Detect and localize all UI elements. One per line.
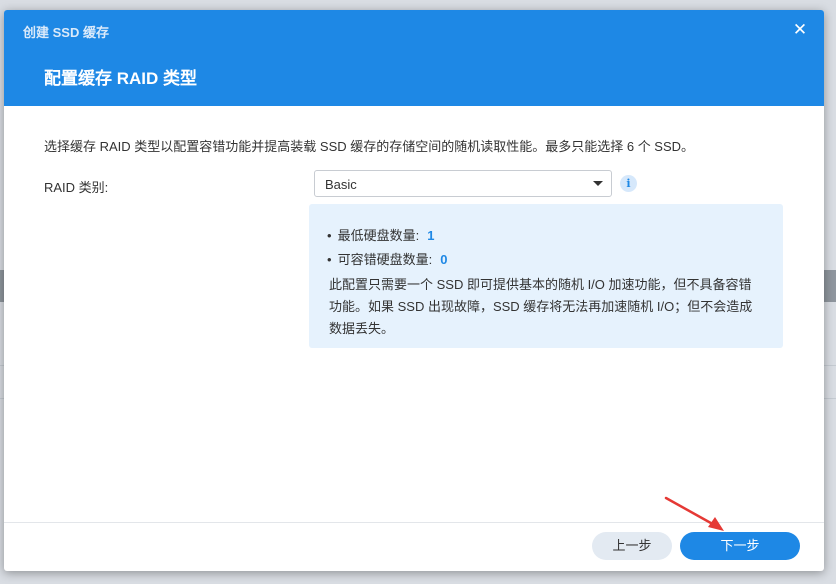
create-ssd-cache-dialog: 创建 SSD 缓存 ✕ 配置缓存 RAID 类型 选择缓存 RAID 类型以配置… xyxy=(4,10,824,571)
tolerance-row: • 可容错硬盘数量: 0 xyxy=(327,249,447,268)
info-icon[interactable]: i xyxy=(620,175,637,192)
footer-divider xyxy=(4,522,824,523)
raid-note-line: 此配置只需要一个 SSD 即可提供基本的随机 I/O 加速功能，但不具备容错 xyxy=(329,277,752,292)
tolerance-label: 可容错硬盘数量: xyxy=(337,252,433,267)
raid-note: 此配置只需要一个 SSD 即可提供基本的随机 I/O 加速功能，但不具备容错 功… xyxy=(329,274,769,340)
bullet-icon: • xyxy=(327,228,332,243)
raid-type-selected: Basic xyxy=(325,177,357,192)
tolerance-value: 0 xyxy=(440,252,448,267)
min-disks-row: • 最低硬盘数量: 1 xyxy=(327,225,434,244)
next-step-button[interactable]: 下一步 xyxy=(680,532,800,560)
raid-type-label: RAID 类别: xyxy=(44,180,109,195)
window-title: 创建 SSD 缓存 xyxy=(23,25,109,40)
dialog-header: 创建 SSD 缓存 ✕ 配置缓存 RAID 类型 xyxy=(4,10,824,106)
raid-info-panel: • 最低硬盘数量: 1 • 可容错硬盘数量: 0 此配置只需要一个 SSD 即可提供基本… xyxy=(309,204,783,348)
raid-type-select[interactable]: Basic xyxy=(314,170,612,197)
raid-note-line: 数据丢失。 xyxy=(329,321,395,336)
bullet-icon: • xyxy=(327,252,332,267)
raid-note-line: 功能。如果 SSD 出现故障，SSD 缓存将无法再加速随机 I/O；但不会造成 xyxy=(329,299,753,314)
step-title: 配置缓存 RAID 类型 xyxy=(44,69,197,88)
min-disks-value: 1 xyxy=(427,228,435,243)
min-disks-label: 最低硬盘数量: xyxy=(337,228,420,243)
previous-step-button[interactable]: 上一步 xyxy=(592,532,672,560)
close-icon[interactable]: ✕ xyxy=(790,20,810,40)
chevron-down-icon xyxy=(593,181,603,186)
description-text: 选择缓存 RAID 类型以配置容错功能并提高装载 SSD 缓存的存储空间的随机读… xyxy=(44,139,695,154)
